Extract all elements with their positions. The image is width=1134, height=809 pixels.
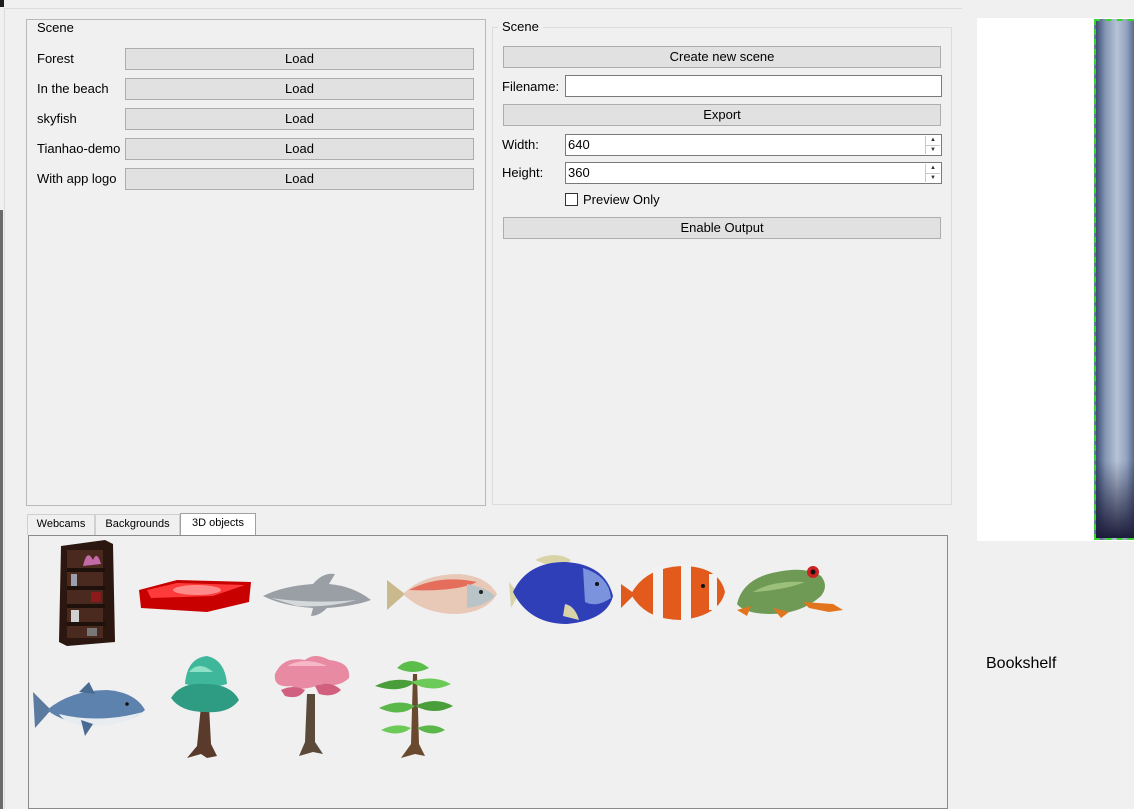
scene-list-title: Scene (33, 20, 78, 35)
shark-icon (33, 682, 145, 736)
preview-only-label[interactable]: Preview Only (583, 192, 660, 207)
height-spinbox[interactable]: 360 ▲ ▼ (565, 162, 942, 184)
webcam-preview[interactable] (1094, 19, 1134, 540)
bookshelf-icon (59, 540, 115, 646)
spin-down-icon[interactable]: ▼ (926, 146, 940, 155)
scene-name-tianhao-demo: Tianhao-demo (37, 141, 121, 156)
enable-output-button[interactable]: Enable Output (503, 217, 941, 239)
create-new-scene-button[interactable]: Create new scene (503, 46, 941, 68)
load-skyfish-button[interactable]: Load (125, 108, 474, 130)
load-tianhao-demo-button[interactable]: Load (125, 138, 474, 160)
pink-tree-icon (274, 656, 350, 756)
object-green-tree[interactable] (371, 656, 457, 760)
height-value: 360 (568, 165, 590, 180)
height-label: Height: (502, 165, 544, 180)
export-button[interactable]: Export (503, 104, 941, 126)
tab-backgrounds[interactable]: Backgrounds (95, 514, 180, 535)
object-shark[interactable] (31, 682, 147, 738)
load-app-logo-button[interactable]: Load (125, 168, 474, 190)
load-beach-button[interactable]: Load (125, 78, 474, 100)
height-spin-buttons[interactable]: ▲ ▼ (925, 164, 940, 182)
dolphin-icon (263, 573, 371, 616)
preview-only-checkbox[interactable] (565, 193, 578, 206)
object-blue-fish[interactable] (505, 552, 617, 628)
object-pink-tree[interactable] (269, 654, 351, 762)
filename-label: Filename: (502, 79, 560, 94)
blue-fish-icon (509, 555, 613, 624)
object-bookshelf[interactable] (53, 538, 117, 648)
width-spin-buttons[interactable]: ▲ ▼ (925, 136, 940, 154)
tuna-icon (387, 574, 497, 614)
teal-tree-icon (171, 656, 239, 758)
width-spinbox[interactable]: 640 ▲ ▼ (565, 134, 942, 156)
object-dolphin[interactable] (261, 572, 377, 618)
object-red-slab[interactable] (137, 576, 253, 616)
object-clownfish[interactable] (619, 560, 727, 624)
selected-object-label: Bookshelf (986, 655, 1057, 672)
scene-name-app-logo: With app logo (37, 171, 117, 186)
width-label: Width: (502, 137, 539, 152)
webcam-preview-shade (1096, 21, 1134, 538)
tab-webcams[interactable]: Webcams (27, 514, 95, 535)
scene-settings-title: Scene (498, 19, 543, 34)
red-slab-icon (139, 580, 251, 612)
object-frog[interactable] (733, 558, 845, 622)
spin-down-icon[interactable]: ▼ (926, 174, 940, 183)
width-value: 640 (568, 137, 590, 152)
left-edge-bar (0, 210, 3, 809)
clownfish-icon (621, 564, 725, 620)
scene-name-forest: Forest (37, 51, 74, 66)
object-tuna[interactable] (385, 570, 497, 620)
object-teal-tree[interactable] (165, 654, 245, 762)
filename-input[interactable] (565, 75, 942, 97)
green-tree-icon (375, 661, 453, 758)
window-corner (0, 0, 4, 7)
scene-name-skyfish: skyfish (37, 111, 77, 126)
scene-settings-group (492, 27, 952, 505)
load-forest-button[interactable]: Load (125, 48, 474, 70)
frog-icon (737, 566, 843, 618)
tab-3d-objects[interactable]: 3D objects (180, 513, 256, 536)
objects-3d-panel (28, 535, 948, 809)
scene-name-beach: In the beach (37, 81, 109, 96)
